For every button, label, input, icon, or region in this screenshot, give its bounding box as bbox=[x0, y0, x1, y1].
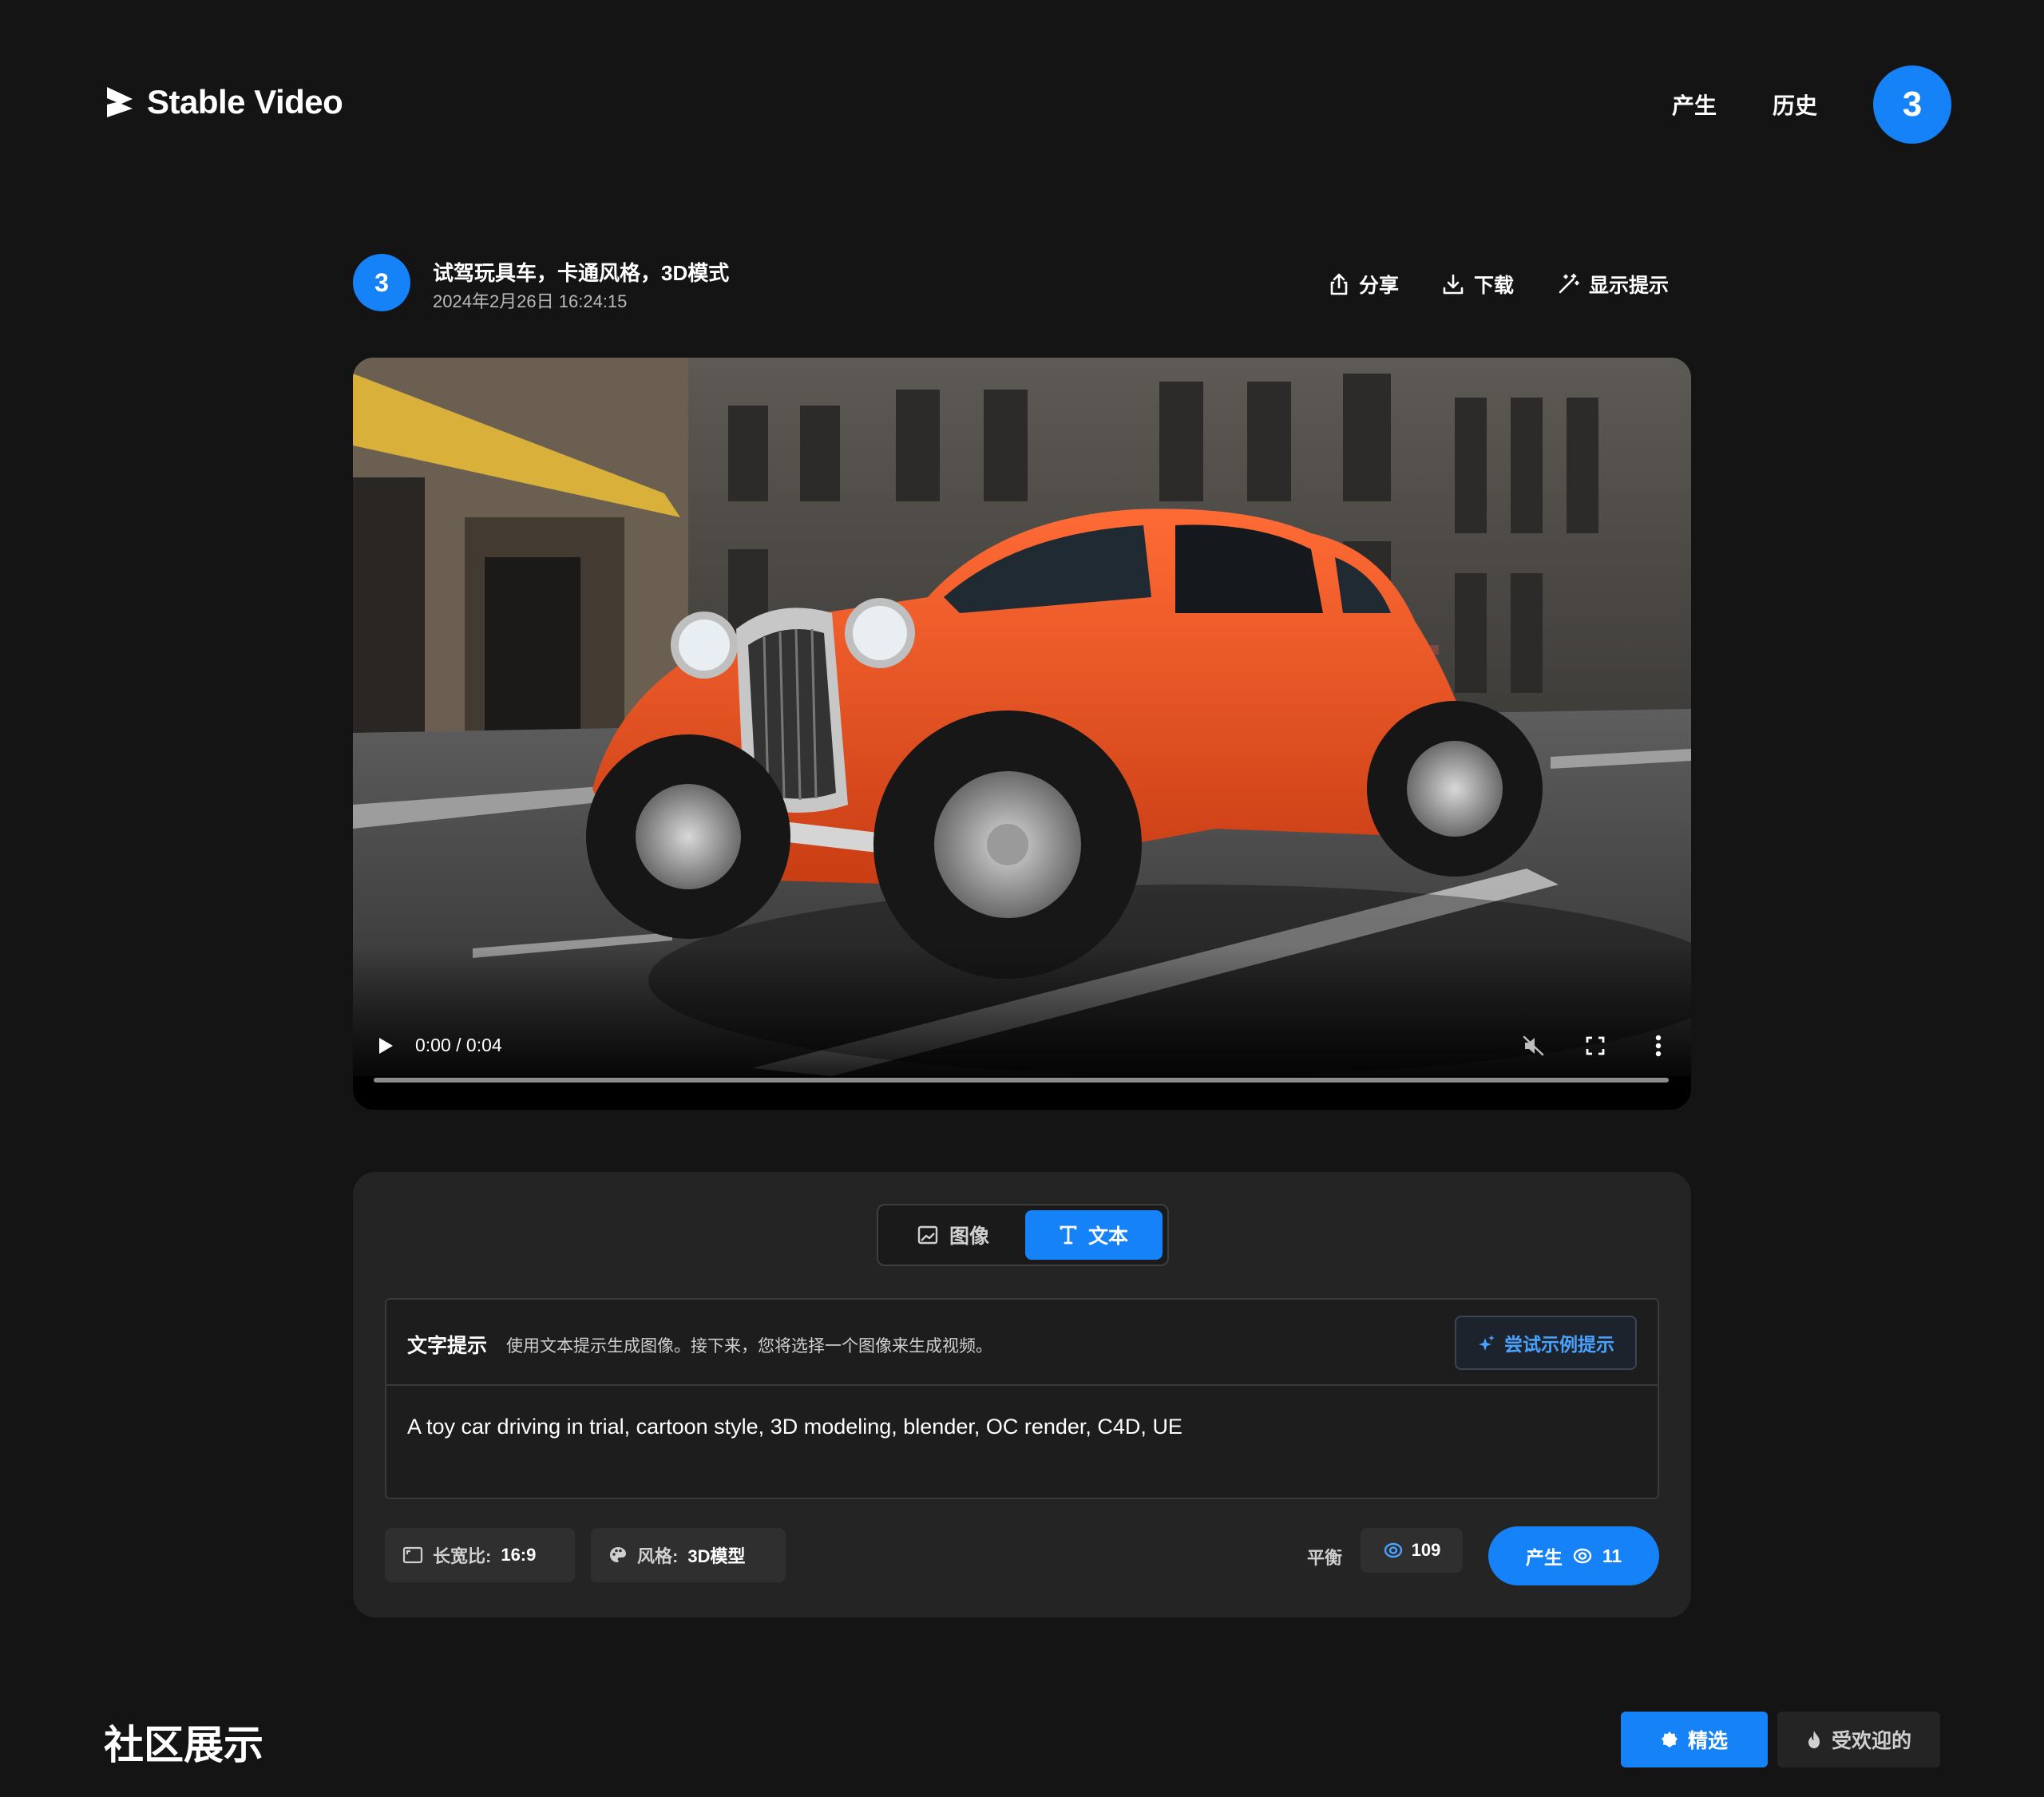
generate-cost: 11 bbox=[1602, 1545, 1622, 1566]
nav-history-link[interactable]: 历史 bbox=[1773, 89, 1817, 121]
app-title: Stable Video bbox=[147, 83, 343, 121]
balance-badge: 109 bbox=[1361, 1528, 1463, 1573]
filter-popular-label: 受欢迎的 bbox=[1831, 1730, 1911, 1752]
nav-generate-link[interactable]: 产生 bbox=[1672, 89, 1717, 121]
share-button[interactable]: 分享 bbox=[1329, 270, 1399, 299]
prompt-description: 使用文本提示生成图像。接下来，您将选择一个图像来生成视频。 bbox=[506, 1337, 992, 1356]
video-time: 0:00 / 0:04 bbox=[415, 1035, 502, 1055]
prompt-header: 文字提示 使用文本提示生成图像。接下来，您将选择一个图像来生成视频。 尝试示例提… bbox=[386, 1300, 1658, 1386]
show-prompt-label: 显示提示 bbox=[1588, 275, 1669, 297]
aspect-ratio-selector[interactable]: 长宽比: 16:9 bbox=[385, 1528, 575, 1582]
video-frame-image bbox=[353, 358, 1691, 1076]
tab-text-label: 文本 bbox=[1087, 1225, 1128, 1248]
text-prompt-box: 文字提示 使用文本提示生成图像。接下来，您将选择一个图像来生成视频。 尝试示例提… bbox=[385, 1298, 1659, 1499]
sparkle-icon bbox=[1479, 1335, 1495, 1351]
mode-tabs: 图像 文本 bbox=[877, 1204, 1169, 1266]
style-label: 风格: bbox=[637, 1546, 679, 1566]
aspect-ratio-value: 16:9 bbox=[501, 1545, 537, 1565]
share-label: 分享 bbox=[1358, 275, 1399, 297]
palette-icon bbox=[610, 1547, 626, 1562]
style-selector[interactable]: 风格: 3D模型 bbox=[591, 1528, 786, 1582]
muted-speaker-icon[interactable] bbox=[1522, 1035, 1546, 1057]
video-player[interactable] bbox=[353, 358, 1691, 1110]
filter-popular-button[interactable]: 受欢迎的 bbox=[1777, 1712, 1940, 1767]
video-date: 2024年2月26日 16:24:15 bbox=[433, 291, 628, 311]
prompt-input[interactable]: A toy car driving in trial, cartoon styl… bbox=[407, 1415, 1182, 1439]
community-section-title: 社区展示 bbox=[104, 1723, 263, 1767]
credits-icon bbox=[1384, 1542, 1402, 1558]
video-progress-bar[interactable] bbox=[374, 1078, 1669, 1083]
download-icon bbox=[1443, 274, 1464, 295]
try-example-prompt-button[interactable]: 尝试示例提示 bbox=[1455, 1316, 1637, 1370]
video-title: 试驾玩具车，卡通风格，3D模式 bbox=[433, 261, 730, 285]
balance-value: 109 bbox=[1411, 1540, 1441, 1560]
top-nav: 产生 历史 3 bbox=[1672, 65, 1951, 144]
aspect-ratio-icon bbox=[402, 1546, 423, 1564]
prompt-label: 文字提示 bbox=[407, 1335, 488, 1357]
tab-image-label: 图像 bbox=[949, 1225, 989, 1248]
generate-label: 产生 bbox=[1525, 1547, 1563, 1568]
share-icon bbox=[1330, 273, 1348, 295]
video-info-row: 3 试驾玩具车，卡通风格，3D模式 2024年2月26日 16:24:15 分享… bbox=[353, 254, 1689, 313]
app-logo[interactable]: Stable Video bbox=[104, 83, 343, 121]
magic-wand-icon bbox=[1559, 273, 1579, 294]
tab-image[interactable]: 图像 bbox=[883, 1210, 1024, 1260]
download-label: 下载 bbox=[1473, 275, 1514, 297]
video-actions: 分享 下载 显示提示 bbox=[1329, 270, 1669, 299]
stable-video-logo-icon bbox=[107, 87, 133, 117]
style-value: 3D模型 bbox=[687, 1546, 746, 1566]
filter-featured-button[interactable]: 精选 bbox=[1621, 1712, 1768, 1767]
text-icon bbox=[1060, 1225, 1077, 1245]
creator-avatar: 3 bbox=[353, 254, 410, 311]
user-credits-avatar[interactable]: 3 bbox=[1873, 65, 1951, 144]
prompt-panel: 图像 文本 文字提示 使用文本提示生成图像。接下来，您将选择一个图像来生成视频。… bbox=[353, 1172, 1691, 1617]
show-prompt-button[interactable]: 显示提示 bbox=[1557, 270, 1669, 299]
flame-icon bbox=[1808, 1731, 1820, 1748]
fullscreen-icon[interactable] bbox=[1586, 1036, 1605, 1055]
app-header: Stable Video 产生 历史 3 bbox=[0, 0, 2044, 208]
try-example-label: 尝试示例提示 bbox=[1504, 1334, 1614, 1355]
image-icon bbox=[917, 1225, 938, 1245]
more-options-icon[interactable] bbox=[1654, 1035, 1662, 1057]
aspect-ratio-label: 长宽比: bbox=[433, 1546, 492, 1566]
credits-icon bbox=[1573, 1548, 1592, 1564]
play-icon[interactable] bbox=[377, 1036, 394, 1055]
generate-button[interactable]: 产生 11 bbox=[1488, 1526, 1659, 1585]
balance-label: 平衡 bbox=[1307, 1548, 1343, 1568]
filter-featured-label: 精选 bbox=[1687, 1730, 1728, 1752]
download-button[interactable]: 下载 bbox=[1442, 270, 1514, 299]
featured-badge-icon bbox=[1661, 1732, 1678, 1748]
tab-text[interactable]: 文本 bbox=[1025, 1210, 1163, 1260]
